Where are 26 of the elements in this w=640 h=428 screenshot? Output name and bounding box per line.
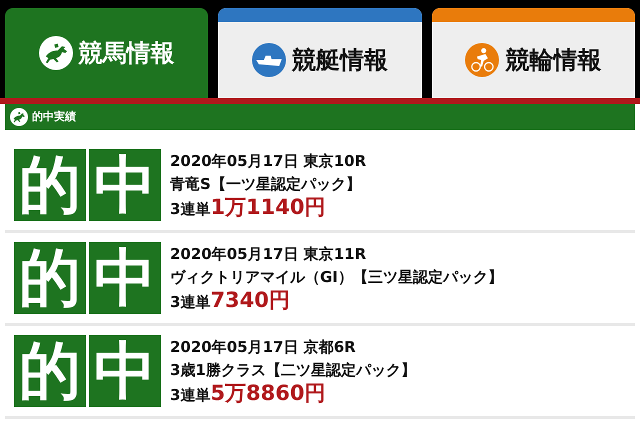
race-title: ヴィクトリアマイル（GI）【三ツ星認定パック】 bbox=[170, 266, 503, 288]
payout: 5万8860円 bbox=[210, 382, 326, 404]
bet-type: 3連単 bbox=[170, 198, 210, 220]
payout: 1万1140円 bbox=[210, 196, 326, 218]
race-info: 2020年05月17日 京都6R bbox=[170, 336, 357, 358]
race-title: 3歳1勝クラス【二ツ星認定パック】 bbox=[170, 360, 416, 380]
hit-badge: 的 bbox=[14, 335, 86, 407]
race-info: 2020年05月17日 東京10R bbox=[170, 150, 366, 172]
tab[interactable]: 競馬情報 bbox=[5, 8, 208, 98]
race-info: 2020年05月17日 東京11R bbox=[170, 244, 368, 264]
hit-badge: 的 bbox=[14, 149, 86, 221]
horse-icon bbox=[38, 36, 73, 70]
horse-icon bbox=[10, 108, 28, 126]
hit-badge: 中 bbox=[89, 242, 161, 314]
bet-type: 3連単 bbox=[170, 384, 210, 406]
tab[interactable]: 競艇情報 bbox=[218, 8, 422, 98]
bet-type: 3連単 bbox=[170, 292, 210, 312]
cyclist-icon bbox=[465, 43, 500, 77]
boat-icon bbox=[252, 43, 286, 77]
section-title: 的中実績 bbox=[32, 108, 76, 125]
payout: 7340円 bbox=[210, 288, 290, 312]
hit-badge: 的 bbox=[14, 242, 86, 314]
race-title: 青竜S【一ツ星認定パック】 bbox=[170, 174, 362, 194]
tab[interactable]: 競輪情報 bbox=[432, 8, 635, 98]
hit-badge: 中 bbox=[89, 149, 161, 221]
hit-badge: 中 bbox=[89, 335, 161, 407]
